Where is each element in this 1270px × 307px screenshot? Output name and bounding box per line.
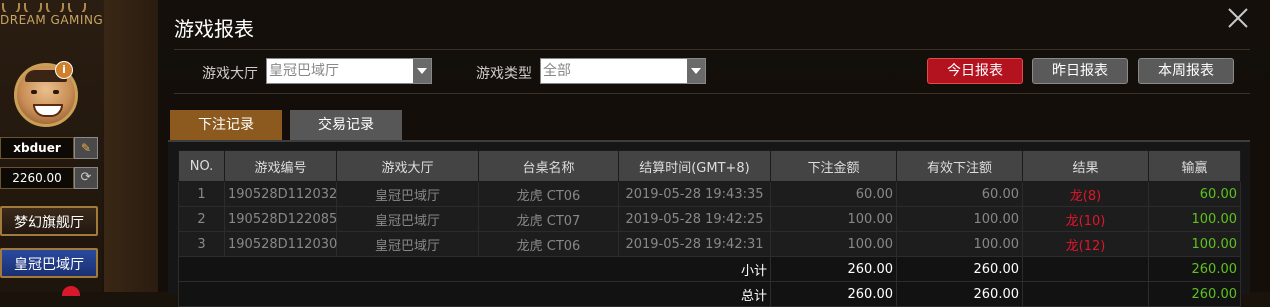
balance: 2260.00: [0, 167, 74, 189]
row-valid-bet: 100.00: [896, 231, 1023, 257]
sidebar: DREAM GAMING i xbduer ✎ 2260.00 ⟳ 梦幻旗舰厅 …: [0, 0, 104, 296]
type-select[interactable]: 全部: [540, 58, 706, 84]
today-report-button[interactable]: 今日报表: [927, 58, 1023, 84]
brand-logo-icon: [0, 0, 102, 12]
chevron-down-icon[interactable]: [687, 59, 705, 83]
row-settle-time: 2019-05-28 19:42:31: [618, 231, 771, 257]
row-hall: 皇冠巴域厅: [336, 181, 479, 207]
close-icon[interactable]: [1226, 6, 1250, 30]
column-header: 下注金额: [770, 150, 897, 182]
row-bet-amount: 100.00: [770, 206, 897, 232]
column-header: 游戏编号: [224, 150, 337, 182]
row-no: 1: [178, 181, 225, 207]
column-header: 游戏大厅: [336, 150, 479, 182]
hall-button-dream-flagship[interactable]: 梦幻旗舰厅: [0, 206, 98, 236]
column-header: NO.: [178, 150, 225, 182]
type-select-value: 全部: [543, 63, 571, 79]
row-valid-bet: 100.00: [896, 206, 1023, 232]
tab-bet-records[interactable]: 下注记录: [170, 110, 282, 140]
row-settle-time: 2019-05-28 19:42:25: [618, 206, 771, 232]
divider: [174, 93, 1250, 94]
row-no: 2: [178, 206, 225, 232]
table-row: 3 190528D112030 皇冠巴域厅 龙虎 CT06 2019-05-28…: [178, 231, 1241, 257]
row-result: 龙(12): [1022, 231, 1149, 257]
game-report-modal: 游戏报表 游戏大厅 皇冠巴域厅 游戏类型 全部 今日报表 昨日报表 本周报表 下…: [158, 0, 1270, 307]
username: xbduer: [0, 137, 74, 159]
info-icon[interactable]: i: [55, 61, 73, 79]
tab-transaction-records[interactable]: 交易记录: [290, 110, 402, 140]
subtotal-bet: 260.00: [770, 256, 897, 282]
table-header-row: NO. 游戏编号 游戏大厅 台桌名称 结算时间(GMT+8) 下注金额 有效下注…: [178, 150, 1241, 182]
week-report-button[interactable]: 本周报表: [1138, 58, 1234, 84]
table-row: 2 190528D122085 皇冠巴域厅 龙虎 CT07 2019-05-28…: [178, 206, 1241, 232]
report-table-container: NO. 游戏编号 游戏大厅 台桌名称 结算时间(GMT+8) 下注金额 有效下注…: [168, 140, 1250, 307]
row-game-id: 190528D112032: [224, 181, 337, 207]
row-game-id: 190528D122085: [224, 206, 337, 232]
hall-select[interactable]: 皇冠巴域厅: [266, 58, 432, 84]
column-header: 输赢: [1148, 150, 1241, 182]
report-table: NO. 游戏编号 游戏大厅 台桌名称 结算时间(GMT+8) 下注金额 有效下注…: [178, 150, 1241, 307]
chevron-down-icon[interactable]: [413, 59, 431, 83]
column-header: 结算时间(GMT+8): [618, 150, 771, 182]
row-table-name: 龙虎 CT07: [478, 206, 619, 232]
row-win-loss: 100.00: [1148, 206, 1241, 232]
column-header: 结果: [1022, 150, 1149, 182]
total-label: 总计: [178, 281, 771, 307]
edit-icon[interactable]: ✎: [74, 137, 98, 159]
hall-select-value: 皇冠巴域厅: [269, 63, 339, 79]
row-hall: 皇冠巴域厅: [336, 206, 479, 232]
row-hall: 皇冠巴域厅: [336, 231, 479, 257]
table-row: 1 190528D112032 皇冠巴域厅 龙虎 CT06 2019-05-28…: [178, 181, 1241, 207]
row-bet-amount: 100.00: [770, 231, 897, 257]
total-row: 总计 260.00 260.00 260.00: [178, 281, 1241, 307]
refresh-icon[interactable]: ⟳: [74, 167, 98, 189]
column-header: 有效下注额: [896, 150, 1023, 182]
row-win-loss: 100.00: [1148, 231, 1241, 257]
total-empty: [1022, 281, 1149, 307]
subtotal-valid-bet: 260.00: [896, 256, 1023, 282]
background-pillar: [104, 0, 158, 292]
subtotal-empty: [1022, 256, 1149, 282]
row-win-loss: 60.00: [1148, 181, 1241, 207]
yesterday-report-button[interactable]: 昨日报表: [1032, 58, 1128, 84]
column-header: 台桌名称: [478, 150, 619, 182]
total-bet: 260.00: [770, 281, 897, 307]
subtotal-label: 小计: [178, 256, 771, 282]
row-bet-amount: 60.00: [770, 181, 897, 207]
divider: [174, 49, 1250, 50]
total-win: 260.00: [1148, 281, 1241, 307]
subtotal-row: 小计 260.00 260.00 260.00: [178, 256, 1241, 282]
row-result: 龙(10): [1022, 206, 1149, 232]
row-table-name: 龙虎 CT06: [478, 181, 619, 207]
modal-title: 游戏报表: [174, 17, 254, 41]
row-table-name: 龙虎 CT06: [478, 231, 619, 257]
total-valid-bet: 260.00: [896, 281, 1023, 307]
row-result: 龙(8): [1022, 181, 1149, 207]
type-filter-label: 游戏类型: [476, 66, 532, 82]
subtotal-win: 260.00: [1148, 256, 1241, 282]
row-valid-bet: 60.00: [896, 181, 1023, 207]
row-no: 3: [178, 231, 225, 257]
notification-dot: [62, 286, 80, 296]
hall-filter-label: 游戏大厅: [202, 66, 258, 82]
row-settle-time: 2019-05-28 19:43:35: [618, 181, 771, 207]
brand-name: DREAM GAMING: [0, 13, 104, 27]
hall-button-crown-bayu[interactable]: 皇冠巴域厅: [0, 248, 98, 278]
row-game-id: 190528D112030: [224, 231, 337, 257]
